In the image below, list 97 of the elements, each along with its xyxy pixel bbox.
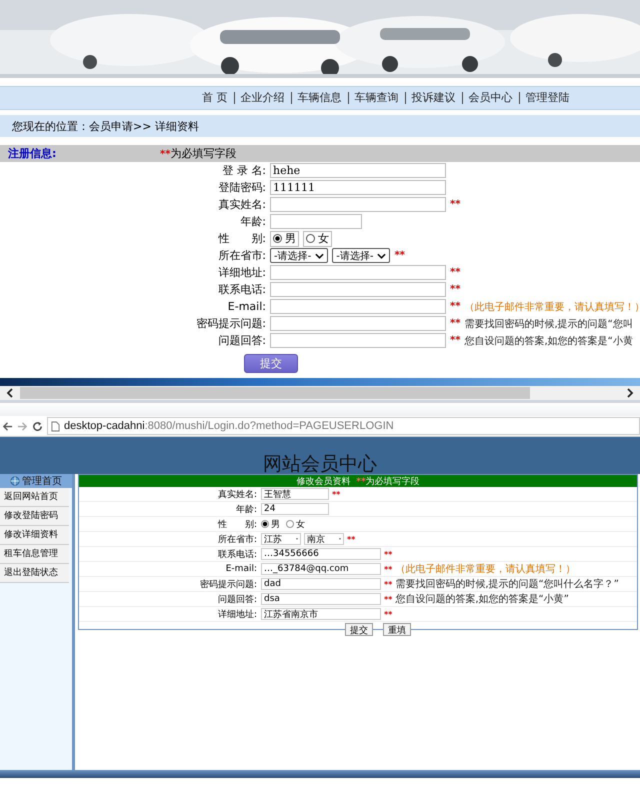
input-field[interactable]	[270, 299, 446, 314]
back-icon[interactable]	[2, 420, 13, 432]
section-title: 注册信息:	[7, 146, 58, 161]
required-mark: **	[450, 335, 460, 346]
input-field[interactable]: 111111	[270, 180, 446, 195]
field-label: 年龄:	[239, 214, 267, 229]
input-field[interactable]: hehe	[270, 163, 446, 178]
field-label: 密码提示问题:	[198, 578, 258, 590]
form-title: 修改会员资料	[296, 476, 350, 488]
field-label: 详细地址:	[216, 608, 258, 620]
select-dropdown[interactable]: -请选择-	[270, 248, 328, 263]
field-label: 所在省市:	[217, 248, 267, 263]
field-label: E-mail:	[226, 300, 267, 313]
sidebar-item[interactable]: 返回网站首页	[0, 488, 69, 507]
select-dropdown[interactable]: -请选择-	[332, 248, 390, 263]
sidebar-item[interactable]: 修改登陆密码	[0, 507, 69, 526]
radio-option[interactable]: 女	[286, 518, 305, 530]
field-hint: 您自设问题的答案,如您的答案是“小黄	[464, 334, 633, 348]
field-hint: （此电子邮件非常重要，请认真填写！）	[464, 300, 640, 314]
required-mark: **	[384, 594, 392, 604]
field-label: 联系电话:	[217, 282, 267, 297]
field-hint: 需要找回密码的时候,提示的问题“您叫	[464, 318, 633, 330]
field-hint: 您自设问题的答案,如您的答案是“小黄”	[395, 592, 569, 606]
required-note: **为必填写字段	[160, 146, 236, 161]
address-bar[interactable]: desktop-cadahni:8080/mushi/Login.do?method=PAGEUSERLOGIN	[47, 417, 640, 435]
nav-link[interactable]: 管理登陆	[518, 92, 576, 104]
select-dropdown[interactable]: 江苏	[261, 533, 301, 545]
required-mark: **	[394, 250, 405, 261]
form-button[interactable]: 重填	[383, 623, 411, 636]
select-dropdown[interactable]: 南京	[304, 533, 344, 545]
radio-option[interactable]: 男	[261, 518, 280, 530]
input-field[interactable]	[270, 265, 446, 280]
field-label: 年龄:	[234, 504, 258, 516]
input-field[interactable]	[270, 333, 446, 348]
field-label: 真实姓名:	[217, 197, 267, 212]
required-mark: **	[384, 610, 392, 618]
sidebar-item[interactable]: 退出登陆状态	[0, 564, 69, 583]
reload-icon[interactable]	[32, 420, 43, 432]
forward-icon[interactable]	[17, 420, 28, 432]
input-field[interactable]: 王智慧	[261, 488, 329, 500]
required-note: **为必填写字段	[356, 476, 420, 488]
required-mark: **	[384, 580, 392, 588]
input-field[interactable]: …_63784@qq.com	[261, 563, 381, 575]
required-mark: **	[450, 199, 460, 210]
field-label: 问题回答:	[216, 594, 258, 606]
field-label: 登陆密码:	[217, 180, 267, 195]
submit-button[interactable]: 提交	[244, 354, 298, 373]
required-mark: **	[347, 534, 356, 544]
required-mark: **	[450, 318, 460, 329]
input-field[interactable]: dsa	[261, 593, 381, 605]
field-label: 所在省市:	[216, 534, 258, 546]
globe-icon	[10, 476, 20, 486]
nav-link[interactable]: 车辆查询	[348, 92, 404, 104]
scroll-left-icon[interactable]	[5, 388, 15, 398]
field-label: 真实姓名:	[216, 488, 258, 500]
input-field[interactable]	[270, 197, 446, 212]
input-field[interactable]	[270, 214, 362, 229]
input-field[interactable]: …34556666	[261, 548, 381, 560]
field-hint: 需要找回密码的时候,提示的问题“您叫什么名字？”	[395, 578, 619, 591]
field-label: 密码提示问题:	[195, 316, 267, 331]
field-label: 问题回答:	[217, 333, 267, 348]
input-field[interactable]	[270, 316, 446, 331]
radio-option[interactable]: 男	[270, 230, 299, 246]
required-mark: **	[450, 301, 460, 312]
input-field[interactable]	[270, 282, 446, 297]
nav-link[interactable]: 企业介绍	[234, 92, 290, 104]
sidebar-item[interactable]: 租车信息管理	[0, 545, 69, 564]
field-label: 性 别:	[216, 518, 258, 530]
form-button[interactable]: 提交	[345, 623, 373, 636]
required-mark: **	[384, 564, 392, 574]
sidebar-item[interactable]: 修改详细资料	[0, 526, 69, 545]
caret-icon	[377, 252, 386, 258]
input-field[interactable]: dad	[261, 578, 381, 590]
field-label: 联系电话:	[216, 548, 258, 560]
page-icon	[51, 420, 60, 432]
scroll-right-icon[interactable]	[625, 388, 635, 398]
radio-option[interactable]: 女	[303, 230, 332, 246]
nav-link[interactable]: 会员中心	[462, 92, 518, 104]
page-title: 网站会员中心	[263, 454, 377, 474]
required-mark: **	[450, 284, 460, 295]
nav-link[interactable]: 车辆信息	[290, 92, 348, 104]
input-field[interactable]: 24	[261, 503, 329, 515]
field-label: E-mail:	[224, 564, 258, 574]
field-label: 性 别:	[217, 231, 267, 246]
field-label: 登 录 名:	[221, 163, 267, 178]
horizontal-scrollbar[interactable]	[0, 386, 640, 400]
caret-icon	[315, 252, 324, 258]
input-field[interactable]: 江苏省南京市	[261, 608, 381, 620]
nav-link[interactable]: 投诉建议	[404, 92, 462, 104]
required-mark: **	[384, 550, 392, 558]
sidebar-header[interactable]: 管理首页	[0, 474, 72, 488]
required-mark: **	[450, 267, 460, 278]
breadcrumb: 您现在的位置：会员申请>> 详细资料	[12, 118, 199, 134]
required-mark: **	[332, 490, 340, 498]
nav-link[interactable]: 首 页	[196, 92, 234, 104]
field-hint: （此电子邮件非常重要，请认真填写！）	[395, 562, 576, 576]
field-label: 详细地址:	[217, 265, 267, 280]
